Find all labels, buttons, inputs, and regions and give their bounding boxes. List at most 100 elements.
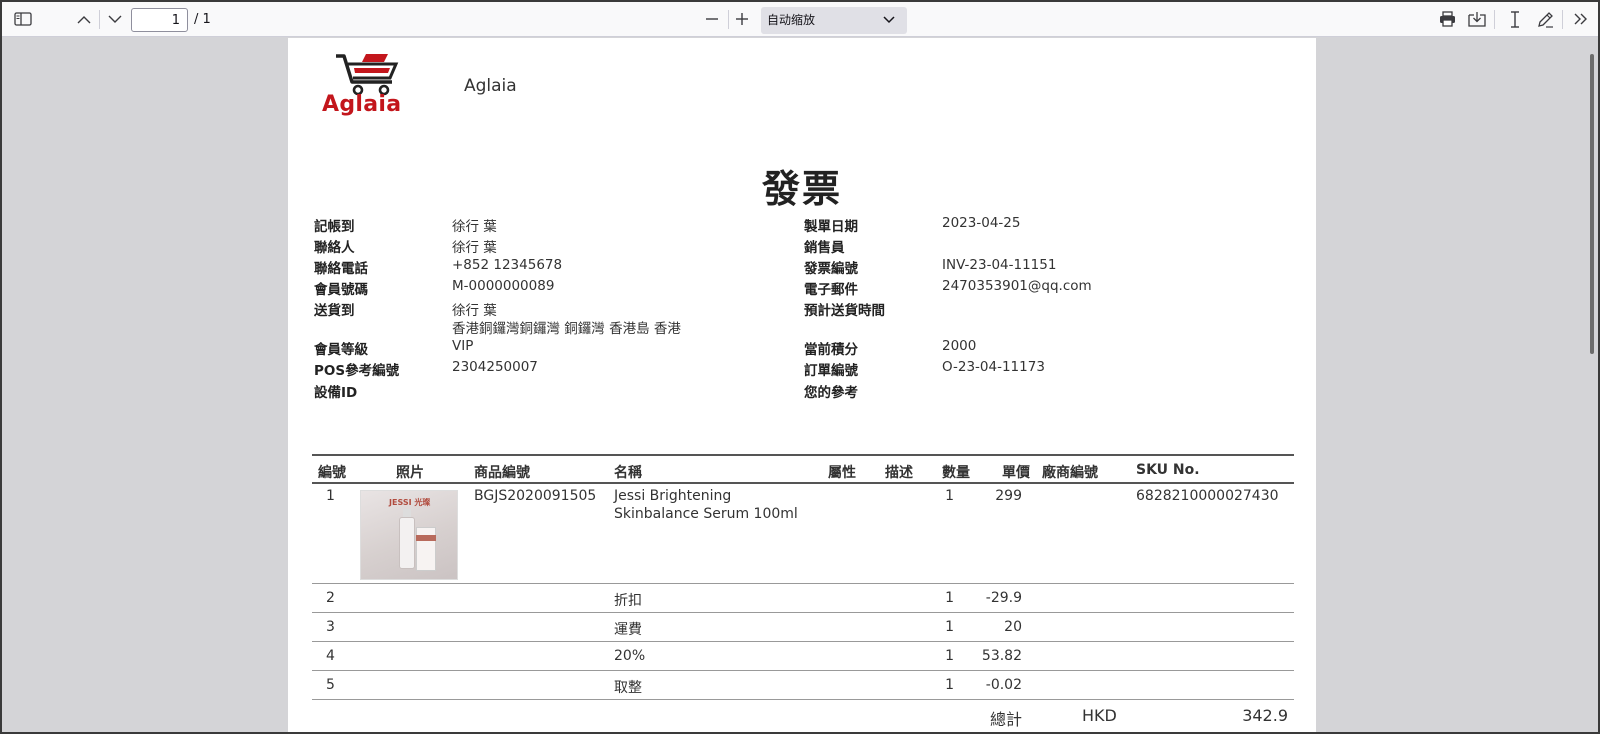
row-sku: 6828210000027430 <box>1136 488 1279 504</box>
row-code: BGJS2020091505 <box>474 488 597 504</box>
info-value-points: 2000 <box>942 338 977 354</box>
sidebar-toggle-icon[interactable] <box>10 6 36 32</box>
header-qty: 數量 <box>942 465 970 481</box>
row-name: 運費 <box>614 622 642 638</box>
page-number-input[interactable] <box>131 8 188 32</box>
row-price: 299 <box>995 488 1022 504</box>
document-title: 發票 <box>761 167 842 211</box>
row-name: Jessi Brightening <box>614 488 732 504</box>
info-label-bill-to: 記帳到 <box>314 219 355 235</box>
row-qty: 1 <box>945 677 954 693</box>
table-row: 1 JESSI 光璨 BGJS2020091505 Jessi Brighten… <box>312 484 1294 584</box>
draw-pencil-icon[interactable] <box>1532 6 1558 32</box>
info-label-member-no: 會員號碼 <box>314 282 368 298</box>
row-no: 2 <box>326 590 335 606</box>
row-qty: 1 <box>945 648 954 664</box>
row-price: -0.02 <box>985 677 1022 693</box>
total-currency: HKD <box>1082 706 1117 725</box>
row-name-line2: Skinbalance Serum 100ml <box>614 506 798 522</box>
info-value-pos-ref: 2304250007 <box>452 359 538 375</box>
page-total-label: / 1 <box>194 12 211 27</box>
info-value-date: 2023-04-25 <box>942 215 1021 231</box>
info-label-contact: 聯絡人 <box>314 240 355 256</box>
zoom-select[interactable]: 自动缩放 <box>761 7 907 34</box>
header-name: 名稱 <box>614 465 642 481</box>
info-label-invoice-no: 發票編號 <box>804 261 858 277</box>
info-value-ship-to-address: 香港銅鑼灣銅鑼灣 銅鑼灣 香港島 香港 <box>452 321 681 337</box>
more-tools-icon[interactable] <box>1568 6 1594 32</box>
row-no: 5 <box>326 677 335 693</box>
info-label-your-ref: 您的參考 <box>804 385 858 401</box>
row-price: 53.82 <box>981 648 1022 664</box>
company-name: Aglaia <box>464 76 517 96</box>
info-value-invoice-no: INV-23-04-11151 <box>942 257 1057 273</box>
info-label-order-no: 訂單編號 <box>804 363 858 379</box>
info-value-contact: 徐行 葉 <box>452 240 497 256</box>
header-vendor: 廠商編號 <box>1042 465 1098 481</box>
info-value-bill-to: 徐行 葉 <box>452 219 497 235</box>
row-no: 4 <box>326 648 335 664</box>
header-photo: 照片 <box>396 465 424 481</box>
row-qty: 1 <box>945 619 954 635</box>
header-no: 編號 <box>318 465 346 481</box>
table-row: 5 取整 1 -0.02 <box>312 671 1294 700</box>
info-label-date: 製單日期 <box>804 219 858 235</box>
print-icon[interactable] <box>1434 6 1460 32</box>
row-name: 取整 <box>614 680 642 696</box>
vertical-scrollbar[interactable] <box>1590 54 1594 354</box>
next-page-icon[interactable] <box>102 6 128 32</box>
total-label: 總計 <box>990 710 1023 729</box>
row-qty: 1 <box>945 488 954 504</box>
table-row: 4 20% 1 53.82 <box>312 642 1294 671</box>
zoom-select-label: 自动缩放 <box>767 13 816 27</box>
save-download-icon[interactable] <box>1464 6 1490 32</box>
row-no: 3 <box>326 619 335 635</box>
info-label-ship-to: 送貨到 <box>314 303 355 319</box>
text-cursor-icon[interactable] <box>1502 6 1528 32</box>
info-value-order-no: O-23-04-11173 <box>942 359 1045 375</box>
previous-page-icon[interactable] <box>71 6 97 32</box>
info-label-member-level: 會員等級 <box>314 342 368 358</box>
info-label-pos-ref: POS參考編號 <box>314 363 400 379</box>
row-name: 折扣 <box>614 593 642 609</box>
photo-brand-text: JESSI 光璨 <box>389 498 431 507</box>
row-price: 20 <box>1004 619 1022 635</box>
product-photo: JESSI 光璨 <box>360 490 458 580</box>
zoom-in-icon[interactable] <box>729 6 755 32</box>
header-attr: 屬性 <box>828 465 856 481</box>
document-viewport[interactable]: Aglaia Aglaia 發票 記帳到 徐行 葉 聯絡人 徐行 葉 聯絡電話 … <box>2 38 1598 732</box>
logo-wordmark: Aglaia <box>322 92 402 117</box>
zoom-out-icon[interactable] <box>699 6 725 32</box>
info-label-points: 當前積分 <box>804 342 858 358</box>
table-header: 編號 照片 商品編號 名稱 屬性 描述 數量 單價 廠商編號 SKU No. <box>312 454 1294 484</box>
header-sku: SKU No. <box>1136 462 1200 478</box>
info-value-member-no: M-0000000089 <box>452 278 555 294</box>
header-price: 單價 <box>1002 465 1030 481</box>
info-label-email: 電子郵件 <box>804 282 858 298</box>
chevron-down-icon <box>883 7 895 34</box>
row-name: 20% <box>614 648 646 664</box>
company-logo: Aglaia <box>318 46 408 126</box>
info-label-phone: 聯絡電話 <box>314 261 368 277</box>
row-price: -29.9 <box>985 590 1022 606</box>
invoice-page: Aglaia Aglaia 發票 記帳到 徐行 葉 聯絡人 徐行 葉 聯絡電話 … <box>288 38 1316 732</box>
table-row: 2 折扣 1 -29.9 <box>312 584 1294 613</box>
info-label-device-id: 設備ID <box>314 385 358 401</box>
info-label-salesperson: 銷售員 <box>804 240 845 256</box>
table-row: 3 運費 1 20 <box>312 613 1294 642</box>
row-qty: 1 <box>945 590 954 606</box>
header-code: 商品編號 <box>474 465 530 481</box>
pdf-viewer-window: / 1 自动缩放 <box>0 0 1600 734</box>
info-label-delivery-time: 預計送貨時間 <box>804 303 885 319</box>
viewer-toolbar: / 1 自动缩放 <box>2 2 1598 37</box>
toolbar-separator <box>1562 10 1563 29</box>
toolbar-separator <box>99 10 100 29</box>
header-desc: 描述 <box>885 465 913 481</box>
info-value-ship-to-name: 徐行 葉 <box>452 303 497 319</box>
toolbar-separator <box>1494 10 1495 29</box>
info-value-email: 2470353901@qq.com <box>942 278 1092 294</box>
row-no: 1 <box>326 488 335 504</box>
info-value-phone: +852 12345678 <box>452 257 563 273</box>
total-amount: 342.9 <box>1242 706 1288 725</box>
info-value-member-level: VIP <box>452 338 474 354</box>
